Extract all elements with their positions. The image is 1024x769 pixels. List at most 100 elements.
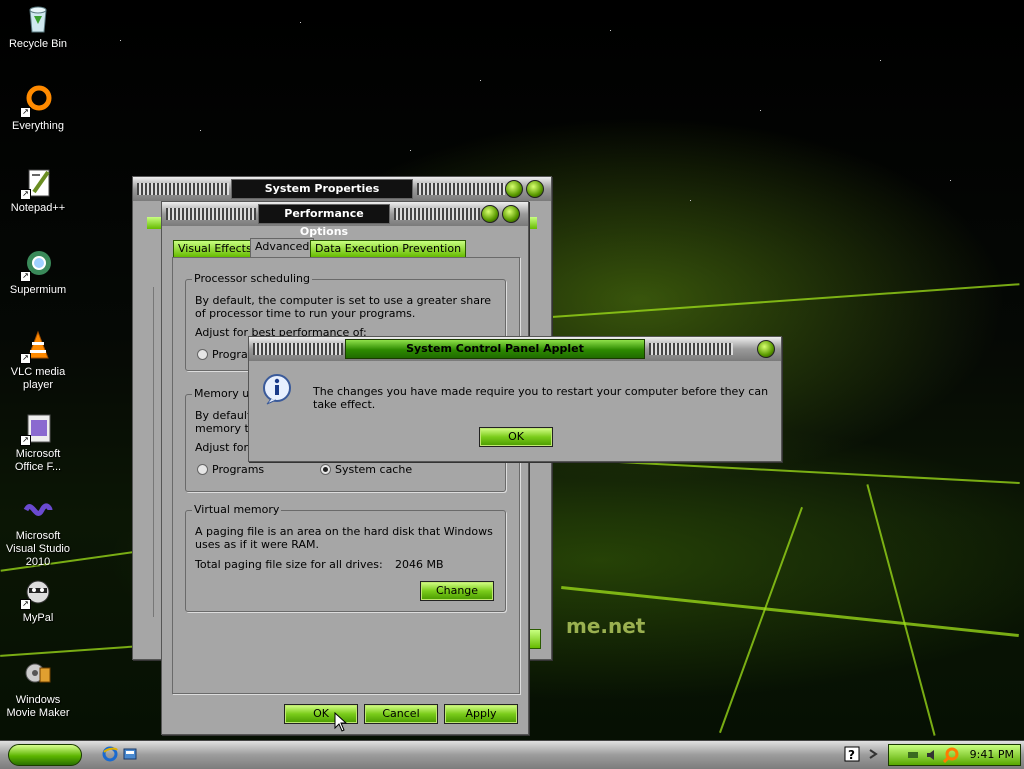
shortcut-arrow-icon: ↗	[20, 353, 31, 364]
desktop-icon-label: Notepad++	[10, 202, 66, 214]
supermium-icon: ↗	[20, 248, 54, 282]
memory-description-2: memory to	[195, 422, 256, 435]
desktop-icon-vlc[interactable]: ↗ VLC media player	[0, 330, 76, 392]
tab-data-execution-prevention[interactable]: Data Execution Prevention	[310, 240, 467, 258]
desktop-icon-label: Microsoft Office F...	[14, 448, 62, 473]
paging-total-value: 2046 MB	[395, 558, 444, 571]
close-button[interactable]	[526, 180, 544, 198]
desktop-icon-ms-office[interactable]: ↗ Microsoft Office F...	[0, 412, 76, 474]
radio-system-cache-label: System cache	[335, 463, 413, 476]
wallpaper-text: me.net	[566, 614, 646, 638]
show-desktop-icon[interactable]	[122, 746, 138, 762]
desktop-icon-everything[interactable]: ↗ Everything	[0, 84, 76, 133]
internet-explorer-icon[interactable]	[102, 746, 118, 762]
title-grip	[137, 183, 229, 195]
desktop-icon-label: Everything	[12, 120, 64, 132]
volume-tray-icon[interactable]	[925, 748, 939, 762]
desktop-icon-label: VLC media player	[10, 366, 66, 391]
restart-dialog[interactable]: System Control Panel Applet The changes …	[248, 336, 782, 462]
tab-panel: Processor scheduling By default, the com…	[172, 257, 520, 694]
desktop-icon-label: Recycle Bin	[8, 38, 68, 50]
performance-options-window[interactable]: Performance Options Visual Effects Advan…	[161, 201, 529, 735]
radio-system-cache[interactable]	[320, 464, 331, 475]
cancel-button[interactable]: Cancel	[364, 704, 438, 724]
star	[200, 130, 201, 131]
title-grip	[253, 343, 343, 355]
title-bar[interactable]: Performance Options	[162, 202, 528, 238]
mouse-cursor-icon	[334, 711, 348, 732]
group-label: Virtual memory	[192, 503, 282, 516]
tab-row: Visual Effects Advanced Data Execution P…	[172, 238, 518, 258]
grid-line	[866, 484, 936, 736]
star	[950, 180, 951, 181]
help-icon[interactable]: ?	[844, 746, 860, 762]
dialog-title: System Control Panel Applet	[345, 339, 645, 359]
tab-visual-effects[interactable]: Visual Effects	[173, 240, 257, 258]
visual-studio-icon	[22, 494, 54, 526]
title-grip	[394, 208, 480, 220]
desktop-icon-recycle-bin[interactable]: Recycle Bin	[0, 2, 76, 51]
tray-expand-icon[interactable]	[866, 746, 882, 762]
star	[880, 60, 881, 61]
star	[300, 22, 301, 23]
movie-maker-icon	[22, 658, 54, 690]
star	[610, 30, 611, 31]
tab-advanced[interactable]: Advanced	[250, 238, 315, 257]
virtual-memory-group: Virtual memory A paging file is an area …	[185, 503, 506, 612]
svg-text:?: ?	[848, 748, 855, 762]
grid-line	[719, 506, 803, 734]
desktop-icon-mypal[interactable]: ↗ MyPal	[0, 576, 76, 625]
everything-icon: ↗	[20, 84, 54, 118]
star	[480, 80, 481, 81]
close-button[interactable]	[757, 340, 775, 358]
help-button[interactable]	[481, 205, 499, 223]
radio-memory-programs[interactable]	[197, 464, 208, 475]
star	[120, 40, 121, 41]
start-button[interactable]	[8, 744, 82, 766]
vlc-cone-icon: ↗	[20, 330, 54, 364]
system-tray: 9:41 PM	[888, 744, 1021, 766]
dialog-ok-button[interactable]: OK	[479, 427, 553, 447]
desktop-icon-movie-maker[interactable]: Windows Movie Maker	[0, 658, 76, 720]
desktop-icon-label: Microsoft Visual Studio 2010	[5, 530, 70, 568]
memory-description: By default,	[195, 409, 255, 422]
paging-total-label: Total paging file size for all drives:	[195, 558, 383, 571]
apply-button[interactable]: Apply	[444, 704, 518, 724]
network-tray-icon[interactable]	[907, 748, 919, 760]
grid-line	[0, 645, 140, 657]
dialog-message: The changes you have made require you to…	[313, 385, 769, 411]
shortcut-arrow-icon: ↗	[20, 107, 31, 118]
star	[760, 110, 761, 111]
window-title: Performance Options	[258, 204, 390, 238]
shortcut-arrow-icon: ↗	[20, 271, 31, 282]
desktop-icon-supermium[interactable]: ↗ Supermium	[0, 248, 76, 297]
desktop-icon-label: Supermium	[9, 284, 67, 296]
desktop-icon-notepadpp[interactable]: ↗ Notepad++	[0, 166, 76, 215]
minimize-button[interactable]	[505, 180, 523, 198]
info-icon	[261, 373, 293, 405]
radio-programs[interactable]	[197, 349, 208, 360]
window-title: System Properties	[231, 179, 413, 199]
title-bar[interactable]: System Properties	[133, 177, 551, 201]
taskbar: ? 9:41 PM	[0, 740, 1024, 769]
grid-line	[540, 283, 1020, 319]
star	[690, 200, 691, 201]
desktop-icon-visual-studio[interactable]: Microsoft Visual Studio 2010	[0, 494, 76, 569]
shortcut-arrow-icon: ↗	[20, 435, 31, 446]
processor-description: By default, the computer is set to use a…	[195, 294, 492, 320]
shortcut-arrow-icon: ↗	[20, 189, 31, 200]
change-button[interactable]: Change	[420, 581, 494, 601]
desktop-icon-label: Windows Movie Maker	[6, 694, 70, 719]
close-button[interactable]	[502, 205, 520, 223]
desktop-icon-label: MyPal	[22, 612, 54, 624]
radio-memory-programs-label: Programs	[212, 463, 265, 476]
shortcut-arrow-icon: ↗	[20, 599, 31, 610]
virtual-memory-description: A paging file is an area on the hard dis…	[195, 525, 493, 551]
office-file-icon: ↗	[20, 412, 54, 446]
title-bar[interactable]: System Control Panel Applet	[249, 337, 781, 361]
title-grip	[417, 183, 505, 195]
clock[interactable]: 9:41 PM	[970, 748, 1014, 761]
search-tray-icon[interactable]	[942, 747, 959, 764]
title-grip	[166, 208, 256, 220]
notepadpp-icon: ↗	[20, 166, 54, 200]
